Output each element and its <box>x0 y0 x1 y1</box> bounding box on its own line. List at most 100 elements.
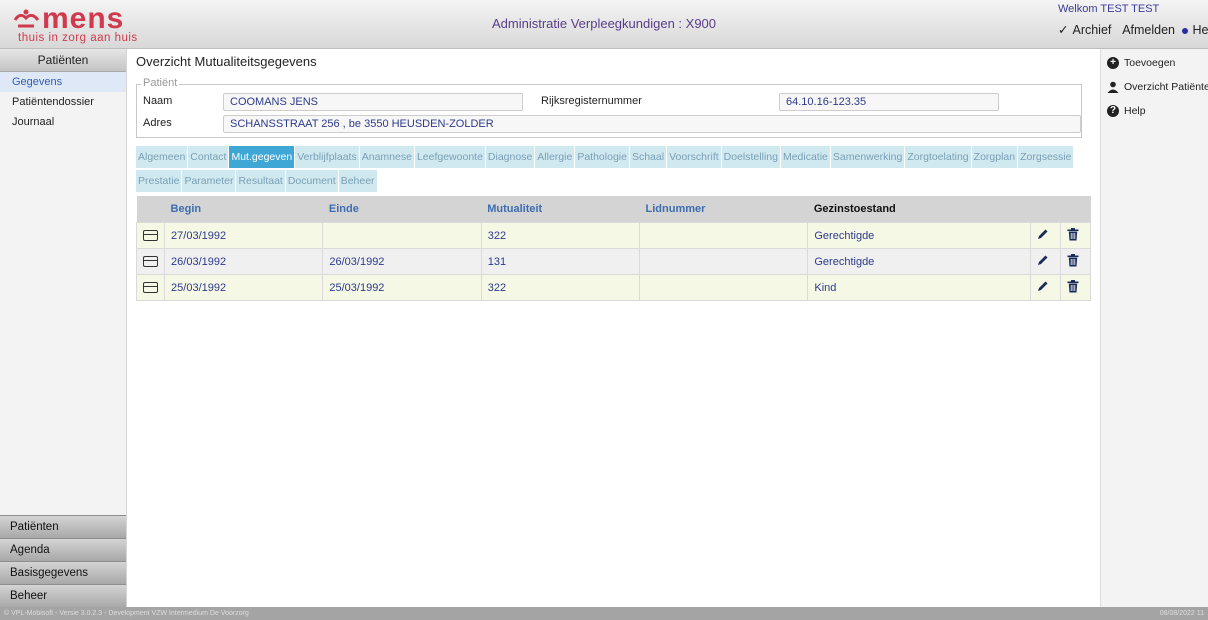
header-gezinstoestand: Gezinstoestand <box>807 196 1031 223</box>
patient-fieldset: Patiënt Naam COOMANS JENS Rijksregistern… <box>136 77 1082 138</box>
cell-einde: 26/03/1992 <box>322 248 482 275</box>
bottom-nav-patienten[interactable]: Patiënten <box>0 515 126 538</box>
header-begin[interactable]: Begin <box>164 196 323 223</box>
right-action-panel: + Toevoegen Overzicht Patiënten ? Help <box>1100 49 1208 607</box>
cell-mutualiteit: 131 <box>480 248 641 275</box>
sidebar-bottom-nav: Patiënten Agenda Basisgegevens Beheer <box>0 515 126 607</box>
adres-label: Adres <box>143 117 172 129</box>
header-einde[interactable]: Einde <box>322 196 482 223</box>
trash-icon[interactable] <box>1067 253 1079 267</box>
user-icon <box>1107 81 1119 94</box>
cell-mutualiteit: 322 <box>480 274 641 301</box>
sidebar-item-patientendossier[interactable]: Patiëntendossier <box>0 92 126 112</box>
toevoegen-action[interactable]: + Toevoegen <box>1101 51 1208 75</box>
welcome-text: Welkom TEST TEST <box>1058 3 1160 15</box>
left-sidebar: Patiënten Gegevens Patiëntendossier Jour… <box>0 49 127 607</box>
table-row[interactable]: 25/03/1992 25/03/1992 322 Kind <box>135 274 1092 301</box>
cell-gezinstoestand: Gerechtigde <box>807 248 1031 275</box>
cell-begin: 26/03/1992 <box>164 248 324 275</box>
tab-allergie[interactable]: Allergie <box>535 146 575 168</box>
tab-resultaat[interactable]: Resultaat <box>236 170 285 192</box>
tab-parameter[interactable]: Parameter <box>182 170 236 192</box>
status-footer: © VPL-Mobisoft - Versie 3.0.2.3 - Develo… <box>0 607 1208 620</box>
tab-diagnose[interactable]: Diagnose <box>485 146 535 168</box>
sidebar-item-gegevens[interactable]: Gegevens <box>0 72 126 92</box>
cell-gezinstoestand: Kind <box>807 274 1031 301</box>
pencil-icon[interactable] <box>1037 254 1049 266</box>
header-lidnummer[interactable]: Lidnummer <box>639 196 808 223</box>
cell-lidnummer <box>639 274 809 301</box>
table-row[interactable]: 27/03/1992 322 Gerechtigde <box>135 222 1092 249</box>
tab-pathologie[interactable]: Pathologie <box>575 146 629 168</box>
detail-tabs: Algemeen Contact Mut.gegeven Verblijfplaats… <box>136 146 1080 194</box>
delete-cell[interactable] <box>1059 274 1092 301</box>
app-title: Administratie Verpleegkundigen : X900 <box>491 16 717 31</box>
card-icon[interactable] <box>143 229 158 241</box>
header-mutualiteit[interactable]: Mutualiteit <box>481 196 640 223</box>
tab-anamnese[interactable]: Anamnese <box>359 146 414 168</box>
naam-label: Naam <box>143 95 173 107</box>
edit-cell[interactable] <box>1029 222 1061 249</box>
help-action[interactable]: ? Help <box>1101 99 1208 123</box>
afmelden-link[interactable]: Afmelden <box>1122 23 1175 37</box>
app-header: mens thuis in zorg aan huis Administrati… <box>0 0 1208 49</box>
help-link[interactable]: Help <box>1182 23 1208 37</box>
rijksregisternummer-label: Rijksregisternummer <box>541 95 642 107</box>
tab-verblijfplaats[interactable]: Verblijfplaats <box>295 146 359 168</box>
row-select[interactable] <box>135 274 166 301</box>
cell-einde: 25/03/1992 <box>322 274 482 301</box>
cell-begin: 27/03/1992 <box>164 222 324 249</box>
bottom-nav-basisgegevens[interactable]: Basisgegevens <box>0 561 126 584</box>
row-select[interactable] <box>135 248 166 275</box>
date-text: 08/08/2022 11 <box>1159 610 1204 617</box>
tab-document[interactable]: Document <box>285 170 338 192</box>
sidebar-item-journaal[interactable]: Journaal <box>0 112 126 132</box>
pencil-icon[interactable] <box>1037 228 1049 240</box>
tab-contact[interactable]: Contact <box>188 146 229 168</box>
tab-medicatie[interactable]: Medicatie <box>780 146 830 168</box>
check-icon: ✓ <box>1058 23 1069 37</box>
cell-gezinstoestand: Gerechtigde <box>807 222 1031 249</box>
cell-lidnummer <box>639 248 809 275</box>
tab-mut-gegeven[interactable]: Mut.gegeven <box>229 146 295 168</box>
trash-icon[interactable] <box>1067 279 1079 293</box>
table-row[interactable]: 26/03/1992 26/03/1992 131 Gerechtigde <box>135 248 1092 275</box>
bottom-nav-agenda[interactable]: Agenda <box>0 538 126 561</box>
tab-schaal[interactable]: Schaal <box>629 146 667 168</box>
card-icon[interactable] <box>143 281 158 293</box>
overzicht-patienten-action[interactable]: Overzicht Patiënten <box>1101 75 1208 99</box>
edit-cell[interactable] <box>1029 248 1061 275</box>
delete-cell[interactable] <box>1059 248 1092 275</box>
question-circle-icon: ? <box>1107 105 1119 118</box>
pencil-icon[interactable] <box>1037 280 1049 292</box>
rijksregisternummer-field: 64.10.16-123.35 <box>779 93 999 111</box>
tab-samenwerking[interactable]: Samenwerking <box>830 146 905 168</box>
tab-doelstelling[interactable]: Doelstelling <box>721 146 780 168</box>
bullet-icon <box>1182 27 1189 34</box>
card-icon[interactable] <box>143 255 158 267</box>
bottom-nav-beheer[interactable]: Beheer <box>0 584 126 607</box>
patient-legend: Patiënt <box>141 77 180 89</box>
plus-circle-icon: + <box>1107 57 1119 70</box>
tab-voorschrift[interactable]: Voorschrift <box>667 146 721 168</box>
tab-zorgsessie[interactable]: Zorgsessie <box>1018 146 1074 168</box>
tab-zorgplan[interactable]: Zorgplan <box>971 146 1018 168</box>
header-select <box>136 196 165 223</box>
tab-algemeen[interactable]: Algemeen <box>136 146 188 168</box>
archief-link[interactable]: ✓ Archief <box>1058 23 1115 37</box>
tab-leefgewoonte[interactable]: Leefgewoonte <box>414 146 485 168</box>
tab-zorgtoelating[interactable]: Zorgtoelating <box>905 146 971 168</box>
tab-prestatie[interactable]: Prestatie <box>136 170 182 192</box>
tab-beheer[interactable]: Beheer <box>338 170 377 192</box>
logo-tagline: thuis in zorg aan huis <box>18 32 138 44</box>
trash-icon[interactable] <box>1067 227 1079 241</box>
edit-cell[interactable] <box>1029 274 1061 301</box>
table-header-row: Begin Einde Mutualiteit Lidnummer Gezins… <box>136 196 1091 223</box>
header-delete <box>1060 196 1091 223</box>
adres-field: SCHANSSTRAAT 256 , be 3550 HEUSDEN-ZOLDE… <box>223 115 1081 133</box>
row-select[interactable] <box>135 222 166 249</box>
page-title: Overzicht Mutualiteitsgegevens <box>136 54 317 69</box>
sidebar-header[interactable]: Patiënten <box>0 49 126 72</box>
cell-einde <box>322 222 482 249</box>
delete-cell[interactable] <box>1059 222 1092 249</box>
